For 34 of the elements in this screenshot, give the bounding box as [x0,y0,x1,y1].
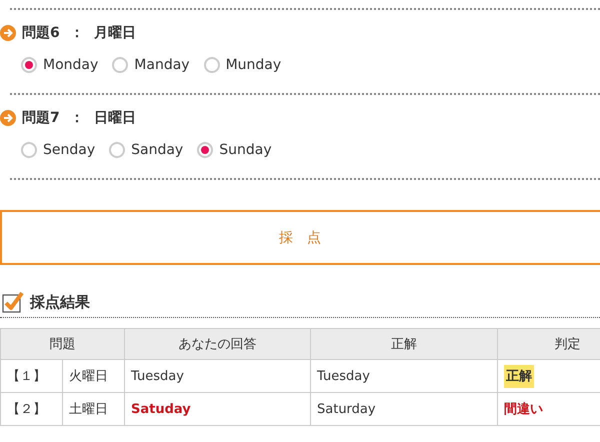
table-cell: 土曜日 [62,392,124,426]
table-cell: Saturday [310,392,498,426]
table-cell: Satuday [124,392,310,426]
results-title: 採点結果 [30,292,90,312]
question-prompt: 月曜日 [94,24,136,42]
radio-button[interactable] [109,142,126,158]
option-label[interactable]: Sanday [131,142,184,158]
separator: ： [70,24,84,42]
radio-button[interactable] [21,142,37,158]
column-header: 正解 [310,328,498,360]
table-cell: 火曜日 [62,360,124,392]
radio-button[interactable] [204,57,220,73]
checkbox-icon [2,291,24,313]
table-cell: 【２】 [0,392,62,426]
column-header: 判定 [498,328,600,360]
table-cell: Tuesday [124,360,310,392]
separator: ： [70,109,84,127]
table-cell: Tuesday [310,360,498,392]
table-cell: 【１】 [0,360,62,392]
column-header: あなたの回答 [124,328,310,360]
radio-button[interactable] [112,57,128,73]
option-label[interactable]: Monday [43,57,98,73]
radio-button[interactable] [21,57,37,73]
option-label[interactable]: Manday [134,57,190,73]
column-header: 問題 [0,328,124,360]
option-label[interactable]: Munday [226,57,282,73]
verdict-label: 間違い [504,402,543,417]
question-prompt: 日曜日 [94,109,136,127]
option-label[interactable]: Sunday [219,142,272,158]
option-label[interactable]: Senday [43,142,96,158]
verdict-label: 正解 [504,365,534,388]
question-number: 問題7 [22,109,60,127]
radio-button[interactable] [197,142,214,158]
question-number: 問題6 [22,24,60,42]
